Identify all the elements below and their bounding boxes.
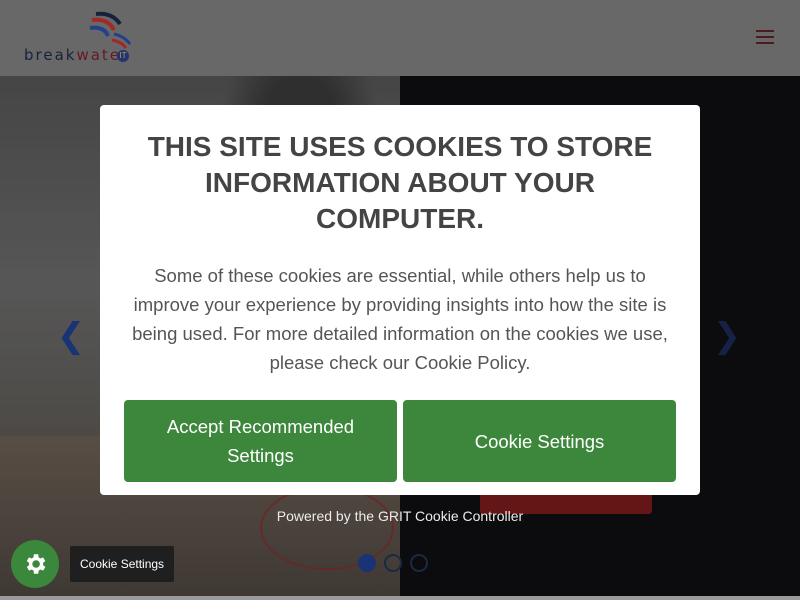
cookie-consent-modal: THIS SITE USES COOKIES TO STORE INFORMAT… [100, 105, 700, 495]
page-bottom-edge [0, 596, 800, 600]
powered-by-text: Powered by the GRIT Cookie Controller [276, 508, 524, 524]
cookie-settings-fab[interactable] [11, 540, 59, 588]
cookie-settings-button[interactable]: Cookie Settings [403, 400, 676, 482]
accept-recommended-button[interactable]: Accept Recommended Settings [124, 400, 397, 482]
cookie-modal-body: Some of these cookies are essential, whi… [132, 265, 668, 373]
gear-icon [26, 554, 46, 574]
cookie-modal-title: THIS SITE USES COOKIES TO STORE INFORMAT… [147, 131, 653, 234]
cookie-settings-tooltip: Cookie Settings [70, 546, 175, 582]
cookie-button-row: Accept Recommended Settings Cookie Setti… [124, 400, 676, 482]
